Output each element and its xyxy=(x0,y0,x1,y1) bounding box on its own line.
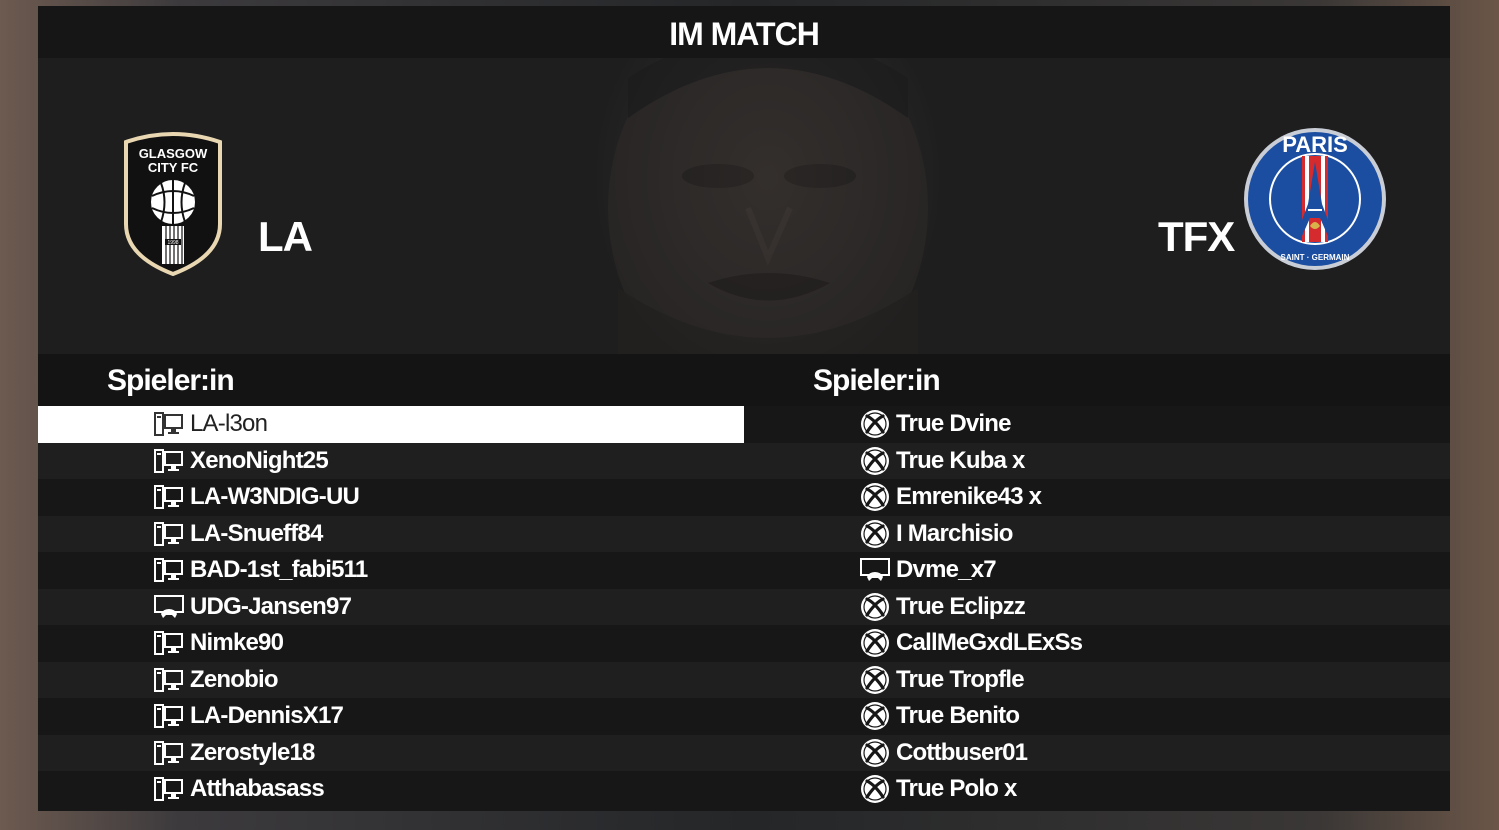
away-player-name: Emrenike43 x xyxy=(896,483,1042,511)
home-player-row[interactable]: LA-W3NDIG-UU xyxy=(38,479,744,516)
away-player-name: True Kuba x xyxy=(896,446,1025,474)
away-column-header: Spieler:in xyxy=(813,364,941,397)
xbox-icon xyxy=(860,519,890,548)
pc-icon xyxy=(154,702,184,730)
home-player-name: XenoNight25 xyxy=(190,446,329,474)
away-team-name: TFX xyxy=(1158,213,1235,260)
home-player-row[interactable]: Atthabasass xyxy=(38,771,744,808)
svg-text:SAINT · GERMAIN: SAINT · GERMAIN xyxy=(1281,253,1350,262)
pc-icon xyxy=(154,775,184,803)
home-player-name: UDG-Jansen97 xyxy=(190,592,352,620)
home-player-row[interactable]: LA-l3on xyxy=(38,406,744,443)
away-player-name: True Benito xyxy=(896,702,1020,730)
home-player-name: Nimke90 xyxy=(190,629,284,657)
away-player-name: Cottbuser01 xyxy=(896,738,1028,766)
match-header: GLASGOW CITY FC 1998 LA TFX PARIS SAINT … xyxy=(38,58,1450,354)
xbox-icon xyxy=(860,702,890,731)
console-icon xyxy=(860,556,890,584)
player-portrait xyxy=(608,58,928,354)
title-bar: IM MATCH xyxy=(38,6,1450,58)
xbox-icon xyxy=(860,629,890,658)
svg-text:1998: 1998 xyxy=(167,240,178,246)
away-player-row[interactable]: CallMeGxdLExSs xyxy=(744,625,1450,662)
xbox-icon xyxy=(860,592,890,621)
home-player-row[interactable]: Zerostyle18 xyxy=(38,734,744,771)
home-player-row[interactable]: BAD-1st_fabi511 xyxy=(38,552,744,589)
home-player-list: LA-l3on XenoNight25 LA-W3NDIG-UU LA-Snue… xyxy=(38,406,744,808)
xbox-icon xyxy=(860,665,890,694)
away-player-row[interactable]: Cottbuser01 xyxy=(744,734,1450,771)
away-player-row[interactable]: True Tropfle xyxy=(744,661,1450,698)
pc-icon xyxy=(154,739,184,767)
away-player-row[interactable]: I Marchisio xyxy=(744,515,1450,552)
away-player-row[interactable]: True Kuba x xyxy=(744,442,1450,479)
pc-icon xyxy=(154,447,184,475)
pc-icon xyxy=(154,556,184,584)
glasgow-city-crest: GLASGOW CITY FC 1998 xyxy=(124,132,222,276)
pc-icon xyxy=(154,410,184,438)
home-player-name: LA-DennisX17 xyxy=(190,702,344,730)
away-player-row[interactable]: True Benito xyxy=(744,698,1450,735)
home-player-row[interactable]: LA-DennisX17 xyxy=(38,698,744,735)
page-title: IM MATCH xyxy=(669,16,820,52)
away-player-name: Dvme_x7 xyxy=(896,556,997,584)
home-player-name: Zerostyle18 xyxy=(190,738,315,766)
home-player-name: LA-Snueff84 xyxy=(190,519,323,547)
pc-icon xyxy=(154,629,184,657)
pc-icon xyxy=(154,520,184,548)
away-player-name: True Dvine xyxy=(896,410,1012,438)
home-player-row[interactable]: Zenobio xyxy=(38,661,744,698)
away-player-name: CallMeGxdLExSs xyxy=(896,629,1083,657)
pc-icon xyxy=(154,483,184,511)
xbox-icon xyxy=(860,775,890,804)
xbox-icon xyxy=(860,483,890,512)
home-player-row[interactable]: LA-Snueff84 xyxy=(38,515,744,552)
away-player-row[interactable]: True Dvine xyxy=(744,406,1450,443)
pc-icon xyxy=(154,666,184,694)
xbox-icon xyxy=(860,446,890,475)
home-player-name: BAD-1st_fabi511 xyxy=(190,556,368,584)
home-column-header: Spieler:in xyxy=(107,364,235,397)
away-player-row[interactable]: True Polo x xyxy=(744,771,1450,808)
home-team-name: LA xyxy=(258,213,313,260)
home-player-row[interactable]: XenoNight25 xyxy=(38,442,744,479)
away-player-row[interactable]: True Eclipzz xyxy=(744,588,1450,625)
home-player-row[interactable]: Nimke90 xyxy=(38,625,744,662)
away-player-name: True Polo x xyxy=(896,775,1017,803)
away-player-name: True Tropfle xyxy=(896,665,1025,693)
away-player-row[interactable]: Emrenike43 x xyxy=(744,479,1450,516)
away-player-list: True Dvine True Kuba x Emrenike43 x I Ma… xyxy=(744,406,1450,808)
xbox-icon xyxy=(860,738,890,767)
away-player-name: I Marchisio xyxy=(896,519,1013,547)
svg-text:CITY FC: CITY FC xyxy=(148,160,199,175)
home-player-name: LA-l3on xyxy=(190,410,268,438)
lineup-panel: IM MATCH GLASGOW CITY FC 1998 LA TFX PAR… xyxy=(38,6,1450,811)
away-player-row[interactable]: Dvme_x7 xyxy=(744,552,1450,589)
psg-crest: PARIS SAINT · GERMAIN xyxy=(1244,128,1386,270)
away-player-name: True Eclipzz xyxy=(896,592,1026,620)
home-player-name: Zenobio xyxy=(190,665,279,693)
xbox-icon xyxy=(860,410,890,439)
columns-header: Spieler:in Spieler:in xyxy=(38,354,1450,406)
home-player-name: Atthabasass xyxy=(190,775,325,803)
home-player-name: LA-W3NDIG-UU xyxy=(190,483,360,511)
home-player-row[interactable]: UDG-Jansen97 xyxy=(38,588,744,625)
console-icon xyxy=(154,593,184,621)
svg-text:GLASGOW: GLASGOW xyxy=(139,146,208,161)
svg-text:PARIS: PARIS xyxy=(1282,132,1348,157)
